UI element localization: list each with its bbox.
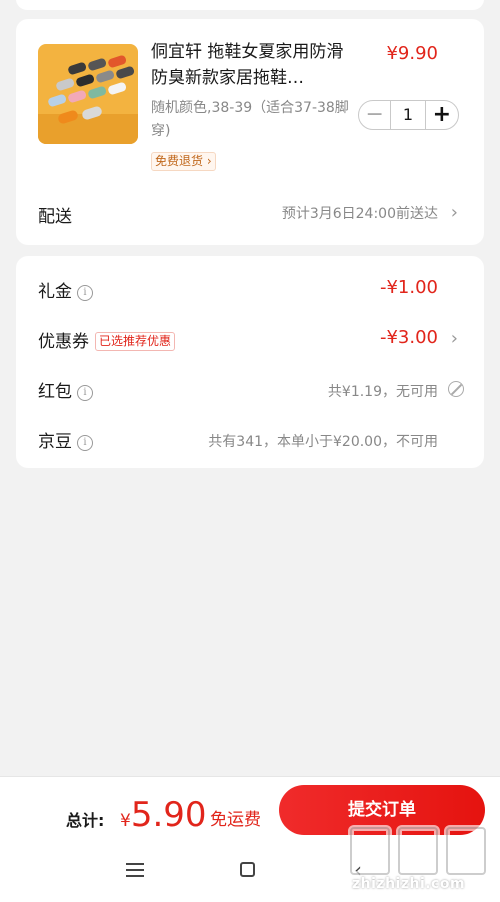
product-title[interactable]: 侗宜轩 拖鞋女夏家用防滑防臭新款家居拖鞋… (151, 39, 356, 91)
quantity-input[interactable]: 1 (390, 101, 426, 129)
free-return-badge[interactable]: 免费退货 › (151, 152, 216, 171)
delivery-label: 配送 (38, 207, 72, 227)
chevron-right-icon[interactable]: › (451, 330, 458, 348)
jingdou-label: 京豆 (38, 432, 72, 452)
total-amount: ¥5.90 (120, 795, 207, 835)
info-icon[interactable]: i (77, 435, 93, 451)
jingdou-value: 共有341，本单小于¥20.00，不可用 (208, 434, 438, 450)
previous-card-edge (16, 0, 484, 10)
increase-button[interactable]: + (426, 101, 458, 129)
total-value: 5.90 (130, 795, 207, 835)
gift-row[interactable]: 礼金 i -¥1.00 (16, 273, 484, 303)
free-shipping-label: 免运费 (210, 810, 261, 830)
discount-card: 礼金 i -¥1.00 优惠券 已选推荐优惠 -¥3.00 › 红包 i 共¥1.19… (16, 256, 484, 468)
product-spec[interactable]: 随机颜色,38-39（适合37-38脚穿) (151, 97, 361, 143)
quantity-stepper: − 1 + (358, 100, 459, 130)
jingdou-row[interactable]: 京豆 i 共有341，本单小于¥20.00，不可用 (16, 423, 484, 453)
currency-symbol: ¥ (120, 811, 131, 831)
coupon-value: -¥3.00 (379, 327, 438, 348)
delivery-estimate[interactable]: 预计3月6日24:00前送达 (282, 203, 438, 223)
watermark-text: zhizhizhi.com (352, 876, 466, 892)
coupon-label: 优惠券 (38, 332, 89, 352)
home-icon[interactable] (240, 862, 255, 877)
gift-label: 礼金 (38, 282, 72, 302)
coupon-tag: 已选推荐优惠 (95, 332, 176, 351)
product-thumbnail[interactable] (38, 44, 138, 144)
info-icon[interactable]: i (77, 285, 93, 301)
coupon-row[interactable]: 优惠券 已选推荐优惠 -¥3.00 › (16, 323, 484, 353)
free-return-label: 免费退货 (155, 154, 204, 168)
chevron-right-icon: › (206, 154, 212, 168)
total-label: 总计: (66, 811, 105, 830)
info-icon[interactable]: i (77, 385, 93, 401)
redpacket-label: 红包 (38, 382, 72, 402)
product-price: ¥9.90 (386, 43, 438, 64)
product-card: 侗宜轩 拖鞋女夏家用防滑防臭新款家居拖鞋… ¥9.90 随机颜色,38-39（适… (16, 19, 484, 245)
unavailable-icon (448, 381, 464, 397)
redpacket-value: 共¥1.19，无可用 (327, 384, 438, 400)
decrease-button[interactable]: − (359, 101, 390, 129)
menu-icon[interactable] (126, 863, 144, 877)
chevron-right-icon[interactable]: › (451, 204, 458, 222)
gift-value: -¥1.00 (379, 277, 438, 298)
redpacket-row[interactable]: 红包 i 共¥1.19，无可用 (16, 373, 484, 403)
